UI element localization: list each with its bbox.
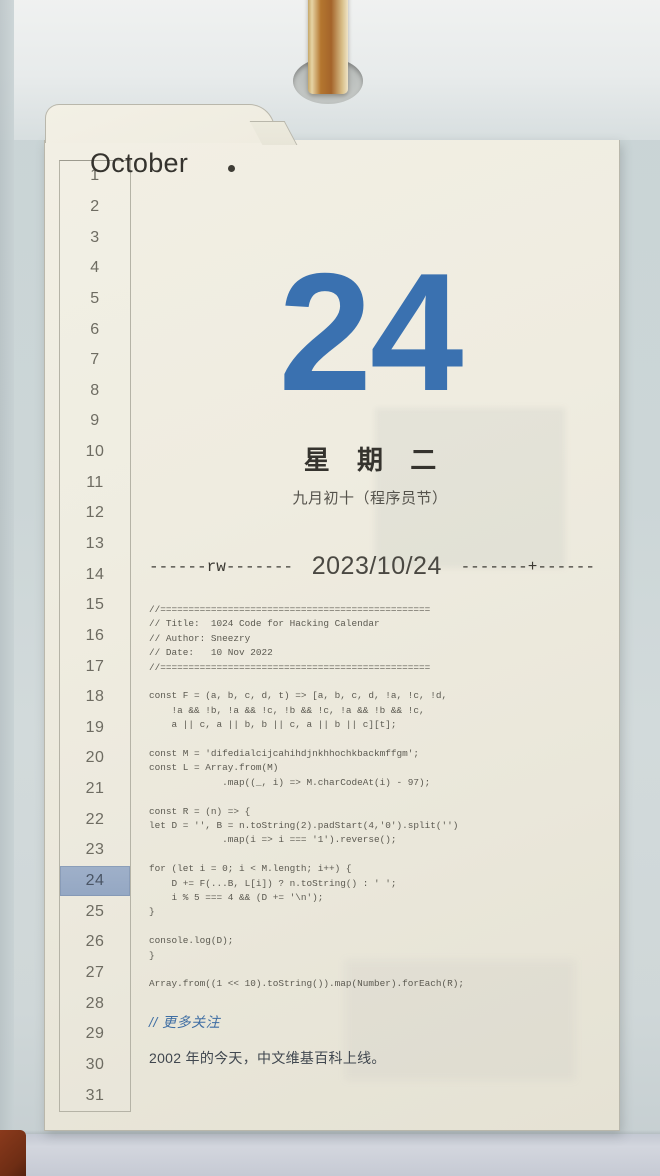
gutter-day-14[interactable]: 14 [60, 559, 130, 590]
gutter-day-4[interactable]: 4 [60, 253, 130, 284]
gutter-day-9[interactable]: 9 [60, 406, 130, 437]
gutter-day-29[interactable]: 29 [60, 1019, 130, 1050]
gutter-day-11[interactable]: 11 [60, 467, 130, 498]
footer-block: // 更多关注 2002 年的今天，中文维基百科上线。 [137, 1012, 603, 1068]
code-line: a || c, a || b, b || c, a || b || c][t]; [149, 719, 397, 731]
lunar-date-label: 九月初十（程序员节） [292, 490, 448, 507]
month-label: October [90, 148, 189, 178]
code-line: console.log(D); [149, 935, 234, 947]
code-line: const F = (a, b, c, d, t) => [a, b, c, d… [149, 690, 448, 702]
code-line: D += F(...B, L[i]) ? n.toString() : ' '; [149, 877, 397, 889]
code-line: } [149, 906, 155, 918]
code-line: } [149, 949, 155, 961]
code-line: Array.from((1 << 10).toString()).map(Num… [149, 978, 465, 990]
code-line: .map((_, i) => M.charCodeAt(i) - 97); [149, 776, 431, 788]
gutter-day-31[interactable]: 31 [60, 1080, 130, 1111]
day-gutter[interactable]: 1 2 3 4 5 6 7 8 9 10 11 12 13 14 15 16 17 18 19 20 21 22 23 24 2… [59, 160, 131, 1112]
code-line: // Author: Sneezry [149, 632, 251, 644]
code-line: !a && !b, !a && !c, !b && !c, !a && !b &… [149, 704, 425, 716]
gutter-day-3[interactable]: 3 [60, 222, 130, 253]
gregorian-date: 2023/10/24 [311, 552, 442, 580]
code-line: // Title: 1024 Code for Hacking Calendar [149, 618, 380, 630]
gutter-day-7[interactable]: 7 [60, 345, 130, 376]
gutter-day-2[interactable]: 2 [60, 192, 130, 223]
divider-right: -------+------ [460, 557, 595, 576]
gutter-day-25[interactable]: 25 [60, 896, 130, 927]
tab-dot-icon [228, 165, 235, 172]
gutter-day-21[interactable]: 21 [60, 774, 130, 805]
code-line: const R = (n) => { [149, 805, 251, 817]
calendar-page: October 1 2 3 4 5 6 7 8 9 10 11 12 13 14 15 16 17 18 19 20 2… [44, 104, 620, 1131]
gutter-day-23[interactable]: 23 [60, 835, 130, 866]
gutter-day-30[interactable]: 30 [60, 1050, 130, 1081]
desk-edge [0, 1134, 660, 1176]
page-content: 24 星 期 二 九月初十（程序员节） ------rw------- 2023… [137, 160, 603, 1110]
brass-clip [290, 0, 366, 106]
code-line: .map(i => i === '1').reverse(); [149, 834, 397, 846]
gutter-day-20[interactable]: 20 [60, 743, 130, 774]
gutter-day-27[interactable]: 27 [60, 958, 130, 989]
code-line: let D = '', B = n.toString(2).padStart(4… [149, 820, 459, 832]
gutter-day-10[interactable]: 10 [60, 437, 130, 468]
day-number: 24 [278, 238, 464, 426]
gutter-day-24[interactable]: 24 [60, 865, 130, 897]
gutter-day-28[interactable]: 28 [60, 988, 130, 1019]
gutter-day-6[interactable]: 6 [60, 314, 130, 345]
code-listing: //======================================… [137, 603, 603, 992]
month-tab[interactable] [45, 104, 275, 143]
gutter-day-19[interactable]: 19 [60, 713, 130, 744]
gutter-day-16[interactable]: 16 [60, 621, 130, 652]
wood-corner [0, 1130, 26, 1176]
gutter-day-13[interactable]: 13 [60, 529, 130, 560]
code-line: const M = 'difedialcijcahihdjnkhhochkbac… [149, 748, 420, 760]
gutter-day-22[interactable]: 22 [60, 804, 130, 835]
divider-left: ------rw------- [149, 557, 294, 576]
code-line: // Date: 10 Nov 2022 [149, 647, 273, 659]
divider-row: ------rw------- 2023/10/24 -------+-----… [137, 552, 603, 581]
clip-bar [308, 0, 348, 94]
code-line: //======================================… [149, 661, 431, 673]
gutter-day-15[interactable]: 15 [60, 590, 130, 621]
gutter-day-18[interactable]: 18 [60, 682, 130, 713]
gutter-day-26[interactable]: 26 [60, 927, 130, 958]
weekday-label: 星 期 二 [303, 445, 447, 475]
code-line: const L = Array.from(M) [149, 762, 279, 774]
footer-note: 2002 年的今天，中文维基百科上线。 [149, 1049, 386, 1066]
gutter-day-5[interactable]: 5 [60, 284, 130, 315]
wall-left-strip [0, 0, 14, 1176]
code-line: for (let i = 0; i < M.length; i++) { [149, 863, 352, 875]
code-line: i % 5 === 4 && (D += '\n'); [149, 892, 324, 904]
gutter-day-17[interactable]: 17 [60, 651, 130, 682]
gutter-day-8[interactable]: 8 [60, 375, 130, 406]
code-line: //======================================… [149, 604, 431, 615]
footer-heading: // 更多关注 [149, 1013, 221, 1030]
gutter-day-12[interactable]: 12 [60, 498, 130, 529]
